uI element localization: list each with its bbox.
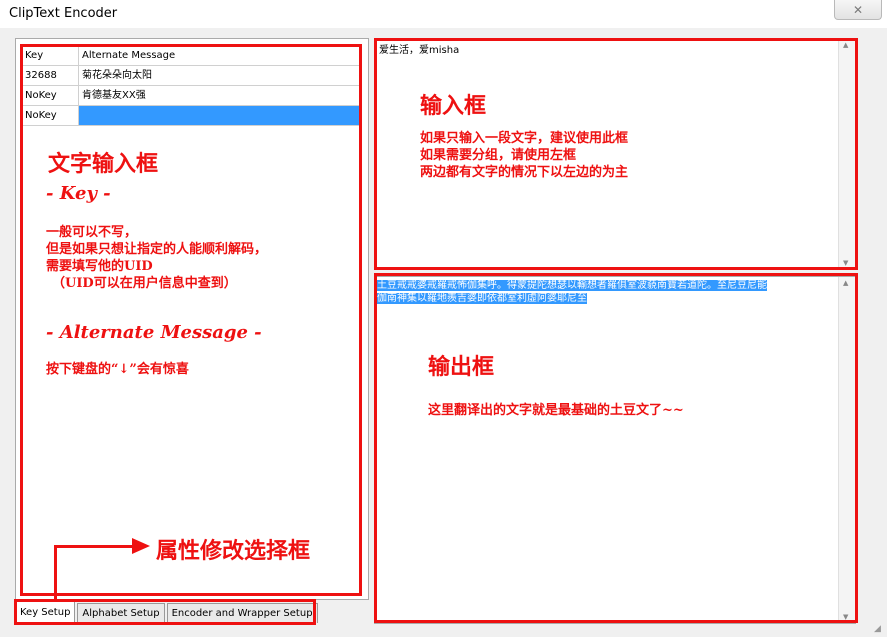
close-icon: ✕ bbox=[852, 2, 864, 17]
annotation-alt-heading: - Alternate Message - bbox=[46, 322, 262, 343]
annotation-output-desc: 这里翻译出的文字就是最基础的土豆文了~~ bbox=[428, 403, 684, 418]
annotation-key-desc: 一般可以不写， bbox=[46, 225, 138, 240]
annotation-arrow-shaft bbox=[54, 545, 134, 548]
annotation-key-desc: （UID可以在用户信息中查到） bbox=[52, 276, 237, 291]
annotation-key-desc: 需要填写他的UID bbox=[46, 259, 153, 274]
annotation-arrow-stem bbox=[54, 545, 57, 601]
title-bar: ClipText Encoder ✕ bbox=[0, 0, 887, 28]
resize-grip-icon[interactable]: ◢ bbox=[874, 624, 886, 636]
close-button[interactable]: ✕ bbox=[834, 0, 882, 20]
annotation-output-title: 输出框 bbox=[428, 354, 495, 380]
annotation-box-tabs bbox=[14, 599, 316, 625]
annotation-alt-desc: 按下键盘的“↓”会有惊喜 bbox=[46, 362, 189, 377]
annotation-input-desc: 如果需要分组，请使用左框 bbox=[420, 148, 577, 163]
annotation-key-heading: - Key - bbox=[46, 183, 111, 204]
annotation-input-desc: 两边都有文字的情况下以左边的为主 bbox=[420, 165, 629, 180]
annotation-box-output bbox=[374, 273, 858, 623]
annotation-tab-title: 属性修改选择框 bbox=[156, 538, 311, 564]
annotation-left-title: 文字输入框 bbox=[48, 151, 159, 177]
annotation-input-title: 输入框 bbox=[420, 93, 487, 119]
annotation-input-desc: 如果只输入一段文字，建议使用此框 bbox=[420, 131, 629, 146]
annotation-key-desc: 但是如果只想让指定的人能顺利解码， bbox=[46, 242, 268, 257]
window-title: ClipText Encoder bbox=[9, 6, 118, 21]
annotation-box-left bbox=[20, 44, 362, 596]
annotation-arrow-icon bbox=[132, 538, 150, 554]
